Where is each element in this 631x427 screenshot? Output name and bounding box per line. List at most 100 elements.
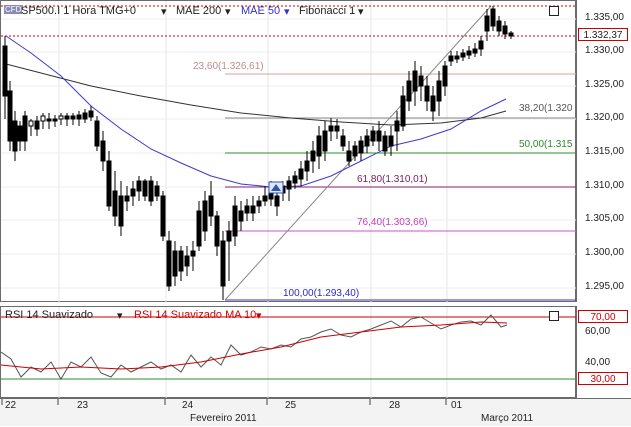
time-axis-ticks [1,399,447,405]
indicator-ma50[interactable]: MAE 50 [241,5,280,17]
candle-body [250,205,256,214]
candle-body [460,52,466,58]
price-tick: 1.325,00 [585,79,624,90]
candle-body [100,140,106,162]
candle-body [472,48,478,54]
candle-body [202,200,208,232]
indicator-rsi-ma[interactable]: RSI 14 Suavizado MA 10 [134,309,256,321]
indicator-ma200[interactable]: MAE 200 [176,5,221,17]
candle-body [364,135,370,147]
indicator-fibonacci[interactable]: Fibonacci 1 [299,5,355,17]
candle-body [172,250,178,277]
candle-body [370,130,376,142]
candle-body [244,205,250,214]
price-tick: 1.335,00 [585,12,624,23]
candle-body [262,195,268,202]
candle-body [190,250,196,257]
candle-body [34,120,40,130]
indicator-rsi[interactable]: RSI 14 Suavizado [5,309,93,321]
candle-body [466,50,472,56]
candle-body [178,250,184,272]
rsi-panel[interactable]: RSI 14 Suavizado ▾ RSI 14 Suavizado MA 1… [0,306,577,399]
candle-body [394,120,400,132]
candle-body [208,195,214,217]
candle-body [334,125,340,132]
rsi-tick: 40,00 [585,357,611,368]
candle-body [484,15,490,32]
chart-window: CFD SP500.I 1 Hora TMG+0 ▾ MAE 200 ▾ MAE… [0,0,631,426]
candle-body [346,150,352,162]
candle-body [292,175,298,184]
maximize-panel-icon[interactable] [549,311,559,321]
candle-body [232,205,238,237]
candle-body [64,115,70,120]
candle-body [502,25,508,35]
rsi-line [1,314,508,380]
month-label: Fevereiro 2011 [190,413,257,424]
candle-body [226,230,232,242]
candle-body [412,70,418,92]
candle-body [508,32,514,37]
chevron-down-icon[interactable]: ▾ [256,309,262,322]
day-label: 22 [5,400,17,411]
candle-body [316,135,322,157]
candle-body [76,114,82,120]
candle-body [256,200,262,207]
maximize-panel-icon[interactable] [549,6,559,16]
candle-body [406,80,412,102]
candle-body [17,125,23,142]
chevron-down-icon[interactable]: ▾ [284,5,290,18]
price-tick: 1.330,00 [585,45,624,56]
candle-body [130,188,136,197]
price-chart-panel[interactable]: CFD SP500.I 1 Hora TMG+0 ▾ MAE 200 ▾ MAE… [0,0,577,303]
price-tick: 1.315,00 [585,146,624,157]
time-axis[interactable]: 22 23 24 25 28 01 Fevereiro 2011 Março 2… [0,398,631,426]
candle-body [160,195,166,237]
fib-label-76: 76,40(1.303,66) [357,217,428,228]
fib-label-61: 61,80(1.310,01) [357,174,428,185]
rsi-lower-flag: 30,00 [578,372,628,385]
candle-body [28,120,34,127]
rsi-tick: 60,00 [585,326,611,337]
day-label: 23 [77,400,89,411]
chevron-down-icon[interactable]: ▾ [117,309,123,322]
candle-body [286,180,292,190]
candle-body [430,95,436,112]
price-tick: 1.310,00 [585,180,624,191]
candle-body [184,255,190,267]
chevron-down-icon[interactable]: ▾ [358,5,364,18]
candle-body [238,210,244,222]
rsi-upper-flag: 70,00 [578,310,628,323]
candle-body [298,168,304,180]
candle-body [94,120,100,147]
fib-label-23: 23,60(1.326,61) [193,61,264,72]
fib-label-100: 100,00(1.293,40) [283,288,360,299]
chevron-down-icon[interactable]: ▾ [161,5,167,18]
candle-body [340,135,346,147]
candle-body [148,180,154,202]
candle-body [142,180,148,197]
candle-body [358,140,364,154]
price-axis[interactable]: 1.335,00 1.330,00 1.325,00 1.320,00 1.31… [576,0,631,302]
rsi-ma-line [1,321,508,370]
candle-body [106,160,112,207]
price-chart-canvas[interactable] [1,1,577,303]
candle-body [274,195,280,207]
candle-body [478,40,484,50]
candle-body [304,160,310,172]
chevron-down-icon[interactable]: ▾ [225,5,231,18]
candle-body [46,118,52,122]
candle-body [124,195,130,202]
day-label: 25 [285,400,297,411]
day-label: 24 [182,400,194,411]
candle-body [310,150,316,162]
candle-body [12,120,18,152]
candle-body [442,65,448,87]
candle-body [40,115,46,122]
candle-body [454,55,460,60]
candle-body [400,95,406,127]
candle-body [118,195,124,227]
candle-body [448,55,454,62]
candle-body [376,130,382,142]
symbol-title[interactable]: SP500.I 1 Hora TMG+0 [21,5,136,17]
